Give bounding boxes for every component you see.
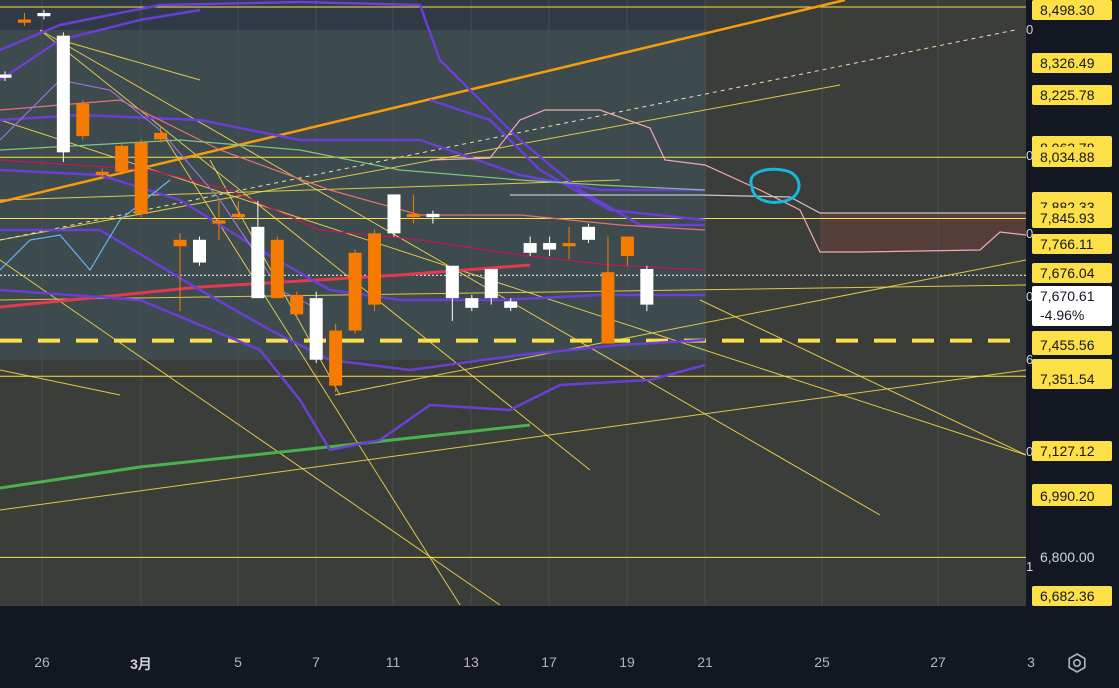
price-axis-label: 7,127.12 — [1032, 441, 1112, 461]
current-price-tag: 7,670.61 -4.96% — [1032, 286, 1112, 326]
candle-body — [543, 243, 557, 250]
time-tick-label: 26 — [34, 654, 50, 670]
candle-body — [231, 213, 245, 218]
candle-body — [56, 35, 70, 153]
price-axis-label: 8,498.30 — [1032, 0, 1112, 20]
edge-mark: 6 — [1026, 352, 1034, 367]
edge-mark: 0 — [1026, 148, 1034, 163]
candle-body — [309, 298, 323, 360]
candle-body — [348, 252, 362, 331]
edge-mark: 0 — [1026, 226, 1034, 241]
candle-body — [523, 243, 537, 253]
time-tick-label: 11 — [385, 654, 401, 670]
candle-body — [329, 330, 343, 386]
candle-body — [504, 301, 518, 308]
candle-body — [562, 243, 576, 247]
price-axis-label: 7,766.11 — [1032, 234, 1112, 254]
candle-body — [134, 142, 148, 214]
time-tick-label: 3 — [1027, 654, 1035, 670]
time-tick-label: 7 — [312, 654, 320, 670]
price-axis-label: 7,845.93 — [1032, 208, 1112, 228]
candle-body — [465, 298, 479, 308]
candle-body — [173, 239, 187, 247]
time-tick-label: 21 — [697, 654, 713, 670]
price-axis-label: 8,326.49 — [1032, 53, 1112, 73]
candle-body — [17, 19, 31, 23]
price-axis-label: 7,676.04 — [1032, 263, 1112, 283]
candle-body — [76, 103, 90, 137]
candle-body — [0, 74, 12, 78]
candle-body — [640, 268, 654, 305]
candle-body — [426, 213, 440, 218]
candle-body — [193, 239, 206, 263]
candle-body — [95, 171, 109, 175]
candle-body — [582, 226, 595, 240]
time-tick-label: 13 — [463, 654, 479, 670]
current-price-value: 7,670.61 — [1040, 288, 1095, 304]
candle-body — [368, 233, 382, 305]
candle-body — [154, 132, 168, 140]
time-tick-label: 3月 — [130, 656, 152, 672]
time-axis[interactable] — [0, 606, 1119, 688]
candle-body — [406, 213, 420, 218]
time-tick-label: 19 — [619, 654, 635, 670]
candle-body — [290, 294, 304, 315]
candle-body — [445, 265, 459, 299]
gear-icon[interactable] — [1066, 652, 1088, 674]
candle-body — [37, 12, 51, 17]
price-axis-label: 6,990.20 — [1032, 486, 1112, 506]
edge-mark: 0 — [1026, 22, 1034, 37]
candle-body — [251, 226, 265, 299]
price-axis-label: 8,225.78 — [1032, 85, 1112, 105]
candle-body — [212, 220, 226, 224]
price-axis-label: 6,800.00 — [1040, 549, 1095, 565]
price-axis-label: 8,034.88 — [1032, 147, 1112, 167]
edge-mark: 0 — [1026, 444, 1034, 459]
time-tick-label: 5 — [234, 654, 242, 670]
time-tick-label: 17 — [541, 654, 557, 670]
price-axis-label: 6,682.36 — [1032, 586, 1112, 606]
candle-body — [270, 239, 284, 299]
candle-body — [115, 145, 129, 172]
price-chart[interactable]: 8,501.458,498.308,326.498,225.788,070.39… — [0, 0, 1119, 688]
time-tick-label: 27 — [930, 654, 946, 670]
candle-body — [387, 194, 401, 234]
current-price-change: -4.96% — [1040, 307, 1085, 323]
chart-canvas[interactable] — [0, 0, 1119, 688]
price-axis-label: 7,351.54 — [1032, 369, 1112, 389]
candle-body — [484, 268, 498, 299]
price-axis-label: 7,455.56 — [1032, 335, 1112, 355]
candle-body — [620, 236, 634, 257]
edge-mark: 1 — [1026, 559, 1034, 574]
candle-body — [601, 272, 615, 344]
time-tick-label: 25 — [814, 654, 830, 670]
